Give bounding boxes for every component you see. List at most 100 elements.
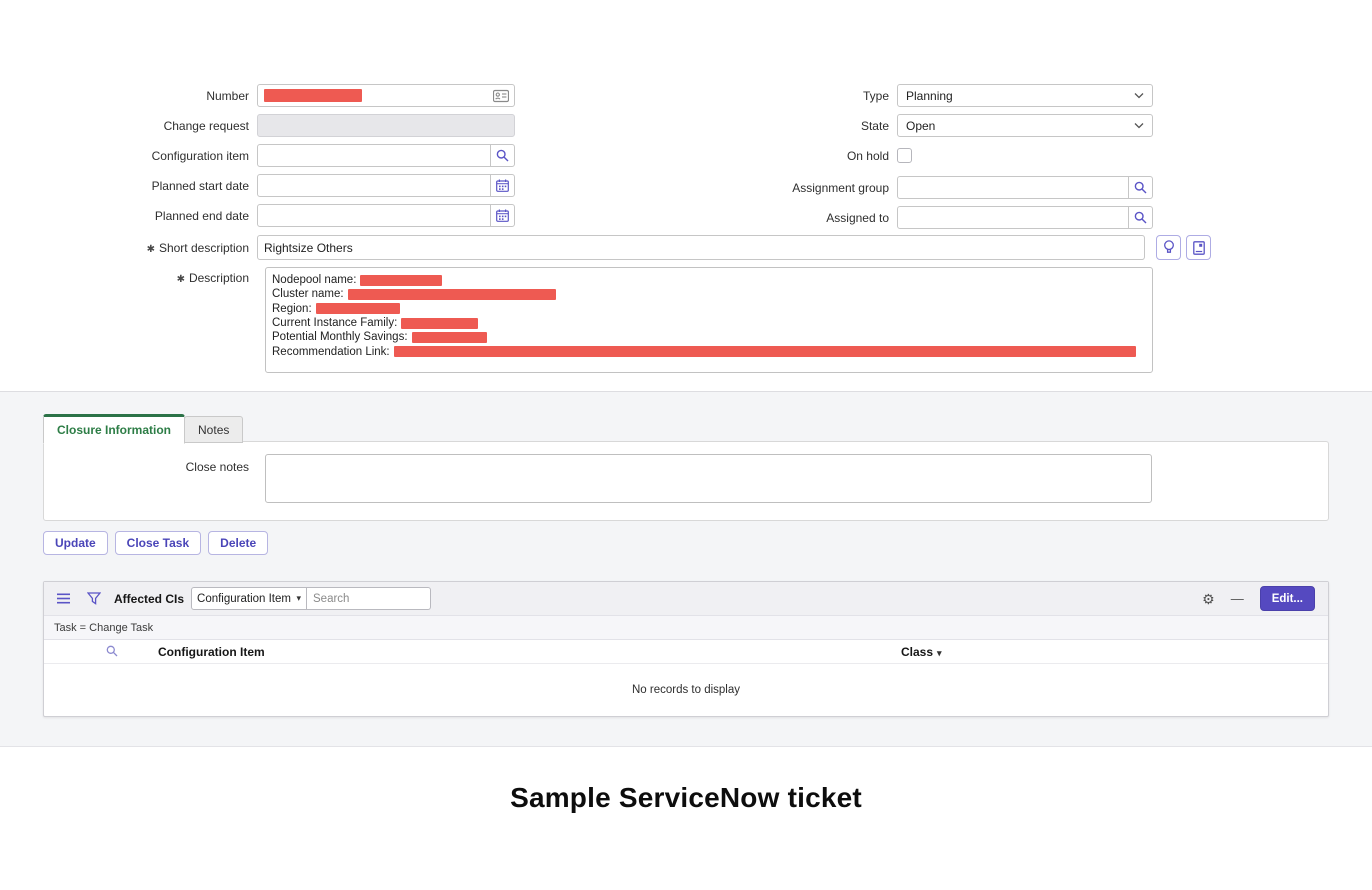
assigned-to-lookup-button[interactable] — [1128, 206, 1153, 229]
delete-button[interactable]: Delete — [208, 531, 268, 555]
edit-button[interactable]: Edit... — [1260, 586, 1315, 611]
field-row-on-hold: On hold — [648, 147, 1153, 164]
description-label: Description — [189, 271, 249, 285]
column-search-icon[interactable] — [106, 645, 118, 657]
redacted-value — [401, 318, 478, 329]
redacted-value — [412, 332, 487, 343]
chevron-down-icon — [1134, 92, 1144, 99]
change-request-input — [257, 114, 515, 137]
field-row-state: State Open — [648, 114, 1153, 137]
sort-caret-icon: ▾ — [937, 648, 942, 658]
field-row-short-description: ✱ Short description Rightsize Others — [0, 235, 1230, 260]
planned-end-date-label: Planned end date — [0, 209, 257, 223]
change-request-label: Change request — [0, 119, 257, 133]
knowledge-button[interactable] — [1186, 235, 1211, 260]
description-textarea[interactable]: Nodepool name: Cluster name: Region: Cur… — [265, 267, 1153, 373]
short-description-label: Short description — [159, 241, 249, 255]
redacted-value — [316, 303, 400, 314]
related-list-title: Affected CIs — [114, 592, 184, 606]
list-menu-icon[interactable] — [57, 593, 70, 604]
close-task-button[interactable]: Close Task — [115, 531, 201, 555]
required-marker: ✱ — [177, 274, 185, 285]
suggestion-button[interactable] — [1156, 235, 1181, 260]
chevron-down-icon — [1134, 122, 1144, 129]
configuration-item-label: Configuration item — [0, 149, 257, 163]
planned-start-date-calendar-button[interactable] — [490, 174, 515, 197]
empty-list-message: No records to display — [44, 664, 1328, 716]
page-caption: Sample ServiceNow ticket — [0, 782, 1372, 814]
short-description-value: Rightsize Others — [264, 241, 353, 255]
configuration-item-lookup-button[interactable] — [490, 144, 515, 167]
field-row-configuration-item: Configuration item — [0, 144, 515, 167]
related-list-header-row: Configuration Item Class▾ — [44, 640, 1328, 664]
field-row-planned-end-date: Planned end date — [0, 204, 515, 227]
filter-icon[interactable] — [87, 592, 101, 605]
required-marker: ✱ — [147, 244, 155, 255]
affected-cis-related-list: Affected CIs Configuration Item ( ▾ ⚙ — … — [43, 581, 1329, 717]
close-notes-textarea[interactable] — [265, 454, 1152, 503]
related-list-toolbar-right: ⚙ — Edit... — [1202, 586, 1315, 611]
form-action-buttons: Update Close Task Delete — [43, 531, 268, 555]
gear-icon[interactable]: ⚙ — [1202, 592, 1215, 606]
assignment-group-lookup-button[interactable] — [1128, 176, 1153, 199]
description-line: Nodepool name: — [272, 273, 1146, 287]
condition-text: Task = Change Task — [54, 622, 153, 634]
type-label: Type — [648, 89, 897, 103]
redacted-value — [360, 275, 442, 286]
list-condition-breadcrumb[interactable]: Task = Change Task — [44, 615, 1328, 640]
state-select[interactable]: Open — [897, 114, 1153, 137]
field-row-planned-start-date: Planned start date — [0, 174, 515, 197]
calendar-icon — [496, 209, 509, 222]
description-line: Potential Monthly Savings: — [272, 330, 1146, 344]
on-hold-label: On hold — [648, 149, 897, 163]
planned-start-date-input[interactable] — [257, 174, 491, 197]
short-description-input[interactable]: Rightsize Others — [257, 235, 1145, 260]
assigned-to-label: Assigned to — [648, 211, 897, 225]
field-row-number: Number — [0, 84, 515, 107]
collapse-icon[interactable]: — — [1231, 592, 1244, 605]
related-list-search-input[interactable] — [307, 587, 431, 610]
number-input[interactable] — [257, 84, 515, 107]
state-label: State — [648, 119, 897, 133]
calendar-icon — [496, 179, 509, 192]
planned-end-date-calendar-button[interactable] — [490, 204, 515, 227]
search-column-value: Configuration Item ( — [197, 593, 292, 605]
field-row-change-request: Change request — [0, 114, 515, 137]
dropdown-caret-icon: ▾ — [296, 593, 301, 604]
column-header-class[interactable]: Class▾ — [901, 645, 942, 659]
section-tabs: Closure Information Notes — [43, 414, 243, 443]
search-icon — [496, 149, 509, 162]
on-hold-checkbox[interactable] — [897, 148, 912, 163]
planned-start-date-label: Planned start date — [0, 179, 257, 193]
type-select[interactable]: Planning — [897, 84, 1153, 107]
tab-notes[interactable]: Notes — [184, 416, 243, 443]
assigned-to-input[interactable] — [897, 206, 1129, 229]
field-row-type: Type Planning — [648, 84, 1153, 107]
redacted-value — [348, 289, 556, 300]
state-value: Open — [906, 119, 1134, 133]
assignment-group-input[interactable] — [897, 176, 1129, 199]
field-row-assignment-group: Assignment group — [648, 176, 1153, 199]
close-notes-label: Close notes — [0, 460, 257, 474]
number-label: Number — [0, 89, 257, 103]
update-button[interactable]: Update — [43, 531, 108, 555]
book-icon — [1193, 241, 1205, 255]
planned-end-date-input[interactable] — [257, 204, 491, 227]
reference-preview-icon[interactable] — [493, 89, 509, 103]
related-list-toolbar: Affected CIs Configuration Item ( ▾ ⚙ — … — [44, 582, 1328, 615]
description-line: Region: — [272, 302, 1146, 316]
assignment-group-label: Assignment group — [648, 181, 897, 195]
tab-closure-information[interactable]: Closure Information — [43, 414, 185, 444]
lightbulb-icon — [1163, 240, 1175, 255]
configuration-item-input[interactable] — [257, 144, 491, 167]
number-redacted-value — [264, 89, 362, 102]
column-header-configuration-item[interactable]: Configuration Item — [158, 645, 265, 659]
field-row-assigned-to: Assigned to — [648, 206, 1153, 229]
search-icon — [1134, 211, 1147, 224]
redacted-value — [394, 346, 1136, 357]
servicenow-ticket-page: Number Change request Configuration item… — [0, 0, 1372, 890]
search-icon — [1134, 181, 1147, 194]
description-line: Cluster name: — [272, 287, 1146, 301]
search-column-dropdown[interactable]: Configuration Item ( ▾ — [191, 587, 307, 610]
type-value: Planning — [906, 89, 1134, 103]
